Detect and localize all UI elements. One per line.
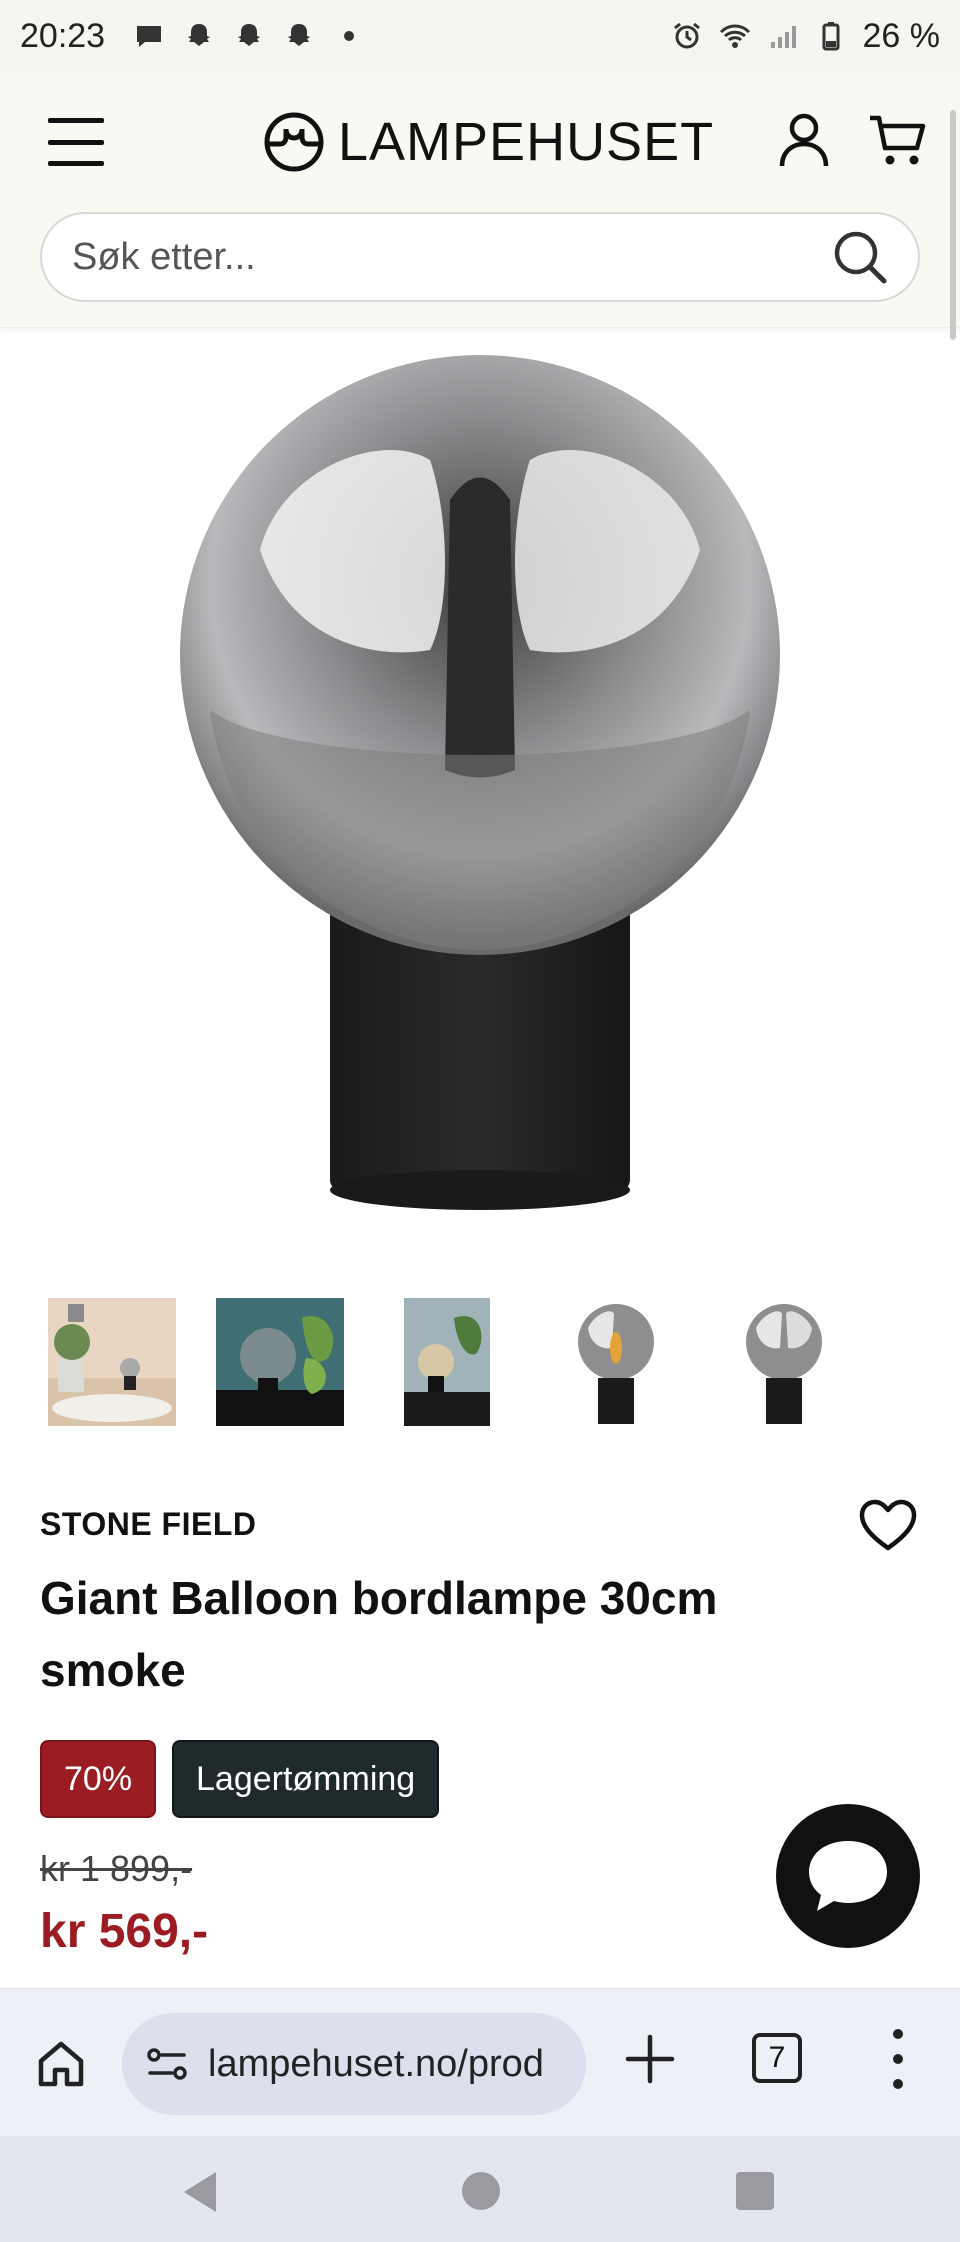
thumbnail-lit-lamp[interactable]: [552, 1298, 680, 1426]
home-circle-icon[interactable]: [462, 2172, 500, 2210]
menu-line: [48, 139, 104, 145]
battery-percent: 26 %: [862, 16, 941, 55]
home-icon[interactable]: [36, 2039, 86, 2089]
thumbnail-lifestyle-2[interactable]: [216, 1298, 344, 1426]
status-time: 20:23: [20, 16, 106, 55]
menu-line: [48, 118, 104, 123]
system-icons: 26 %: [671, 16, 941, 56]
product-brand[interactable]: STONE FIELD: [40, 1506, 256, 1543]
lamp-logo-icon: [264, 112, 324, 172]
snapchat-icon: [188, 24, 211, 46]
back-icon[interactable]: [180, 2170, 220, 2214]
snapchat-icon: [288, 24, 311, 46]
site-settings-icon[interactable]: [146, 2046, 188, 2082]
alarm-icon: [673, 22, 700, 49]
site-logo[interactable]: LAMPEHUSET: [262, 110, 714, 174]
thumbnail-lifestyle-1[interactable]: [48, 1298, 176, 1426]
discount-badge: 70%: [40, 1740, 157, 1818]
browser-menu-icon[interactable]: [888, 2029, 908, 2089]
search-icon[interactable]: [832, 229, 888, 285]
menu-dot: [893, 2029, 903, 2039]
current-price: kr 569,-: [40, 1905, 209, 1958]
product-main-image[interactable]: [150, 350, 790, 1250]
search-input[interactable]: [72, 235, 832, 279]
shopping-cart-icon[interactable]: [868, 112, 926, 168]
user-account-icon[interactable]: [778, 112, 830, 168]
snapchat-icon: [238, 24, 261, 46]
chat-bubble-icon: [137, 26, 162, 47]
site-header: LAMPEHUSET: [0, 72, 960, 328]
tab-count: 7: [768, 2041, 786, 2074]
battery-icon: [822, 22, 839, 51]
notification-icons: [133, 20, 365, 52]
product-thumbnails: [48, 1296, 878, 1428]
menu-button[interactable]: [48, 118, 104, 166]
logo-text: LAMPEHUSET: [338, 112, 715, 172]
recents-square-icon[interactable]: [736, 2172, 774, 2210]
url-bar[interactable]: lampehuset.no/prod: [122, 2013, 586, 2115]
search-bar[interactable]: [40, 212, 920, 302]
menu-dot: [893, 2079, 903, 2089]
thumbnail-lifestyle-3[interactable]: [384, 1298, 512, 1426]
dot-icon: [344, 31, 355, 41]
status-bar: 20:23 26 %: [0, 0, 960, 72]
product-title: Giant Balloon bordlampe 30cm smoke: [40, 1572, 718, 1696]
menu-dot: [893, 2054, 903, 2064]
old-price: kr 1 899,-: [40, 1848, 193, 1889]
system-nav-bar: [0, 2136, 960, 2242]
url-text: lampehuset.no/prod: [208, 2042, 544, 2085]
thumbnail-product[interactable]: [720, 1298, 848, 1426]
wifi-icon: [719, 24, 750, 48]
menu-line: [48, 161, 104, 166]
chat-button[interactable]: [776, 1804, 920, 1948]
browser-toolbar: lampehuset.no/prod 7: [0, 1988, 960, 2136]
signal-icon: [770, 26, 796, 48]
page-scrollbar[interactable]: [950, 110, 956, 340]
chat-bubble-icon: [809, 1841, 887, 1911]
new-tab-icon[interactable]: [624, 2033, 676, 2085]
heart-icon[interactable]: [858, 1498, 918, 1554]
campaign-badge: Lagertømming: [172, 1740, 440, 1818]
tab-switcher-button[interactable]: 7: [752, 2033, 802, 2083]
